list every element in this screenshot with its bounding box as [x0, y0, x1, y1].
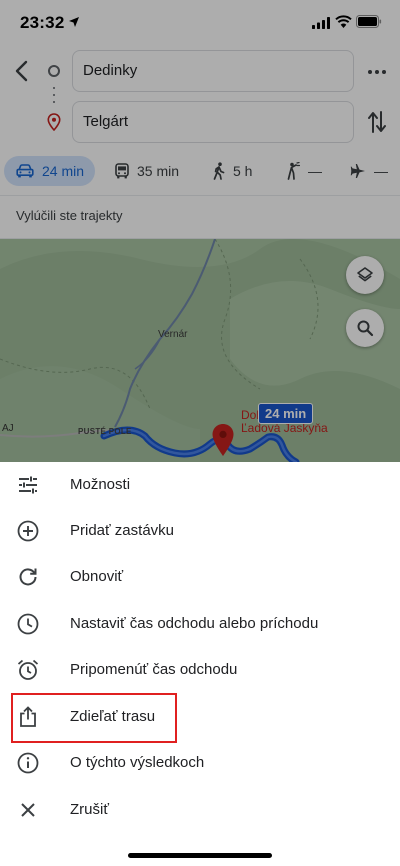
menu-item-cancel[interactable]: Zrušiť — [0, 787, 400, 833]
add-circle-icon — [17, 520, 39, 542]
menu-item-label: Pripomenúť čas odchodu — [70, 661, 238, 678]
alarm-clock-icon — [17, 659, 39, 680]
info-icon — [17, 752, 39, 774]
menu-item-label: Obnoviť — [70, 568, 124, 585]
clock-icon — [17, 613, 39, 635]
menu-item-remind[interactable]: Pripomenúť čas odchodu — [0, 647, 400, 693]
menu-item-set-time[interactable]: Nastaviť čas odchodu alebo príchodu — [0, 601, 400, 647]
share-highlight-box — [11, 693, 177, 743]
menu-item-label: Pridať zastávku — [70, 522, 175, 539]
home-indicator[interactable] — [128, 853, 272, 858]
close-icon — [21, 803, 35, 817]
menu-item-about[interactable]: O týchto výsledkoch — [0, 740, 400, 786]
options-sheet: Možnosti Pridať zastávku Obnoviť Nastavi… — [0, 462, 400, 866]
menu-item-label: Možnosti — [70, 476, 131, 493]
refresh-icon — [19, 568, 37, 586]
menu-item-label: Nastaviť čas odchodu alebo príchodu — [70, 615, 319, 632]
menu-item-label: O týchto výsledkoch — [70, 754, 205, 771]
menu-item-label: Zrušiť — [70, 801, 109, 818]
dim-overlay[interactable] — [0, 0, 400, 462]
tune-sliders-icon — [19, 476, 37, 494]
menu-item-options[interactable]: Možnosti — [0, 462, 400, 508]
menu-item-add-stop[interactable]: Pridať zastávku — [0, 508, 400, 554]
menu-item-refresh[interactable]: Obnoviť — [0, 554, 400, 600]
